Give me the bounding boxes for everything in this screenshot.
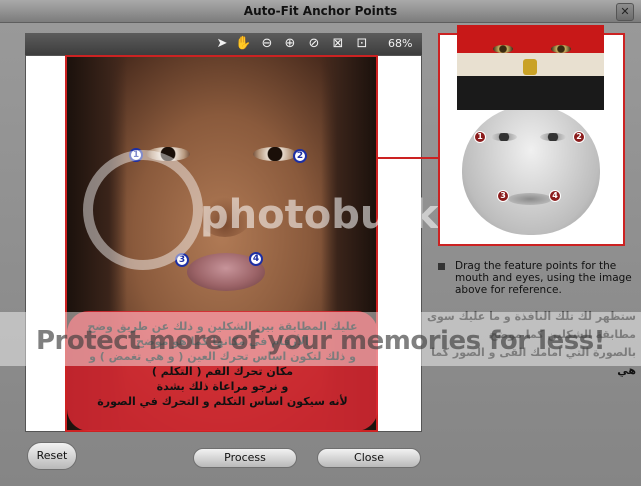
flag-face-photo <box>457 25 604 110</box>
zoom-out-icon[interactable]: ⊖ <box>259 36 275 52</box>
reference-face <box>462 105 600 235</box>
auto-fit-dialog: Auto-Fit Anchor Points ✕ ➤ ✋ ⊖ ⊕ ⊘ ⊠ ⊡ 6… <box>0 0 641 486</box>
zoom-in-icon[interactable]: ⊕ <box>282 36 298 52</box>
reference-left-eye <box>491 133 517 141</box>
fit-window-icon[interactable]: ⊠ <box>330 36 346 52</box>
title-bar[interactable]: Auto-Fit Anchor Points ✕ <box>0 0 641 23</box>
flag-photo-left-eye <box>493 45 513 53</box>
anchor-point-2[interactable]: 2 <box>293 149 307 163</box>
right-eye <box>253 147 297 161</box>
overlay-line: مكان تحرك الفم ( التكلم ) <box>151 365 294 378</box>
image-toolbar: ➤ ✋ ⊖ ⊕ ⊘ ⊠ ⊡ <box>25 33 422 55</box>
overlay-line: لأنه سيكون اساس التكلم و التحرك في الصور… <box>97 395 348 408</box>
anchor-point-4[interactable]: 4 <box>249 252 263 266</box>
flag-photo-right-eye <box>551 45 571 53</box>
watermark-logo-ring <box>83 150 203 270</box>
reset-button[interactable]: Reset <box>27 442 77 470</box>
connector-line <box>378 157 438 159</box>
bullet-icon <box>438 263 445 270</box>
reference-mouth <box>508 193 552 205</box>
fit-selection-icon[interactable]: ⊡ <box>354 36 370 52</box>
reference-point-3: 3 <box>497 190 509 202</box>
pointer-icon[interactable]: ➤ <box>214 36 230 52</box>
reference-point-2: 2 <box>573 131 585 143</box>
zoom-label: 68% <box>388 37 413 50</box>
close-icon[interactable]: ✕ <box>616 3 634 21</box>
eagle-emblem-icon <box>523 59 537 75</box>
reference-point-1: 1 <box>474 131 486 143</box>
close-button[interactable]: Close <box>317 448 421 468</box>
hand-icon[interactable]: ✋ <box>235 36 251 52</box>
watermark-banner-text: Protect more of your memories for less! <box>35 326 606 356</box>
overlay-line: و نرجو مراعاة ذلك بشدة <box>156 380 289 393</box>
reference-point-4: 4 <box>549 190 561 202</box>
no-entry-icon[interactable]: ⊘ <box>306 36 322 52</box>
process-button[interactable]: Process <box>193 448 297 468</box>
instructions-text: Drag the feature points for the mouth an… <box>455 260 632 296</box>
reference-right-eye <box>540 133 566 141</box>
dialog-title: Auto-Fit Anchor Points <box>243 4 398 18</box>
